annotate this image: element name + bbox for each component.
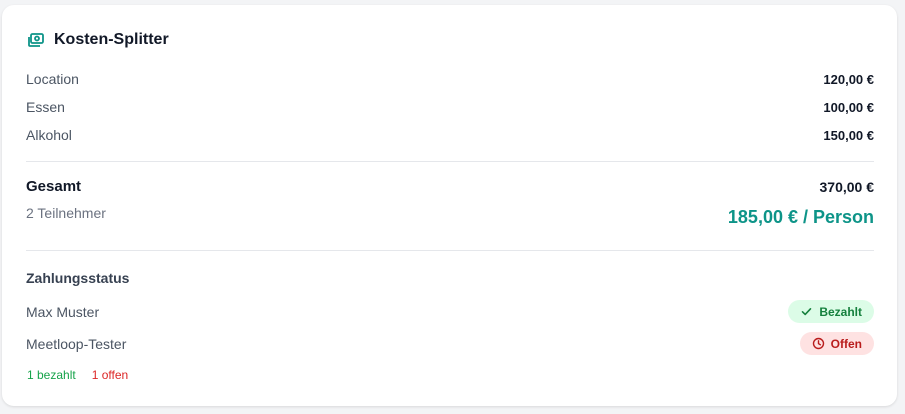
cost-label: Location <box>26 71 79 87</box>
per-person-row: 2 Teilnehmer 185,00 € / Person <box>26 204 874 228</box>
status-badge-label: Offen <box>830 336 862 351</box>
payment-row: Max Muster Bezahlt <box>26 300 874 323</box>
total-amount: 370,00 € <box>819 178 875 195</box>
clock-icon <box>812 337 824 350</box>
payment-summary: 1 bezahlt 1 offen <box>27 368 128 382</box>
status-badge-paid[interactable]: Bezahlt <box>788 300 874 323</box>
cost-row-alkohol: Alkohol 150,00 € <box>26 127 874 143</box>
payment-status-title: Zahlungsstatus <box>26 270 130 286</box>
total-label: Gesamt <box>26 178 82 195</box>
card-title: Kosten-Splitter <box>54 31 169 48</box>
cost-amount: 100,00 € <box>823 99 874 115</box>
cash-icon <box>27 31 45 49</box>
cost-splitter-card: Kosten-Splitter Location 120,00 € Essen … <box>2 5 897 406</box>
status-badge-label: Bezahlt <box>819 304 862 319</box>
open-count: 1 offen <box>91 368 129 382</box>
cost-amount: 150,00 € <box>823 127 874 143</box>
participant-name: Max Muster <box>26 303 100 320</box>
card-header: Kosten-Splitter <box>27 31 169 49</box>
participant-name: Meetloop-Tester <box>26 335 127 352</box>
status-badge-open[interactable]: Offen <box>799 332 874 355</box>
cost-label: Essen <box>26 99 65 115</box>
cost-row-essen: Essen 100,00 € <box>26 99 874 115</box>
paid-count: 1 bezahlt <box>27 368 76 382</box>
participant-count: 2 Teilnehmer <box>26 204 106 221</box>
cost-label: Alkohol <box>26 127 72 143</box>
check-icon <box>802 308 812 316</box>
payment-row: Meetloop-Tester Offen <box>26 332 874 355</box>
per-person-amount: 185,00 € / Person <box>727 207 874 227</box>
divider <box>26 250 874 251</box>
total-row: Gesamt 370,00 € <box>26 178 874 195</box>
divider <box>26 161 874 162</box>
cost-amount: 120,00 € <box>823 71 874 87</box>
cost-row-location: Location 120,00 € <box>26 71 874 87</box>
